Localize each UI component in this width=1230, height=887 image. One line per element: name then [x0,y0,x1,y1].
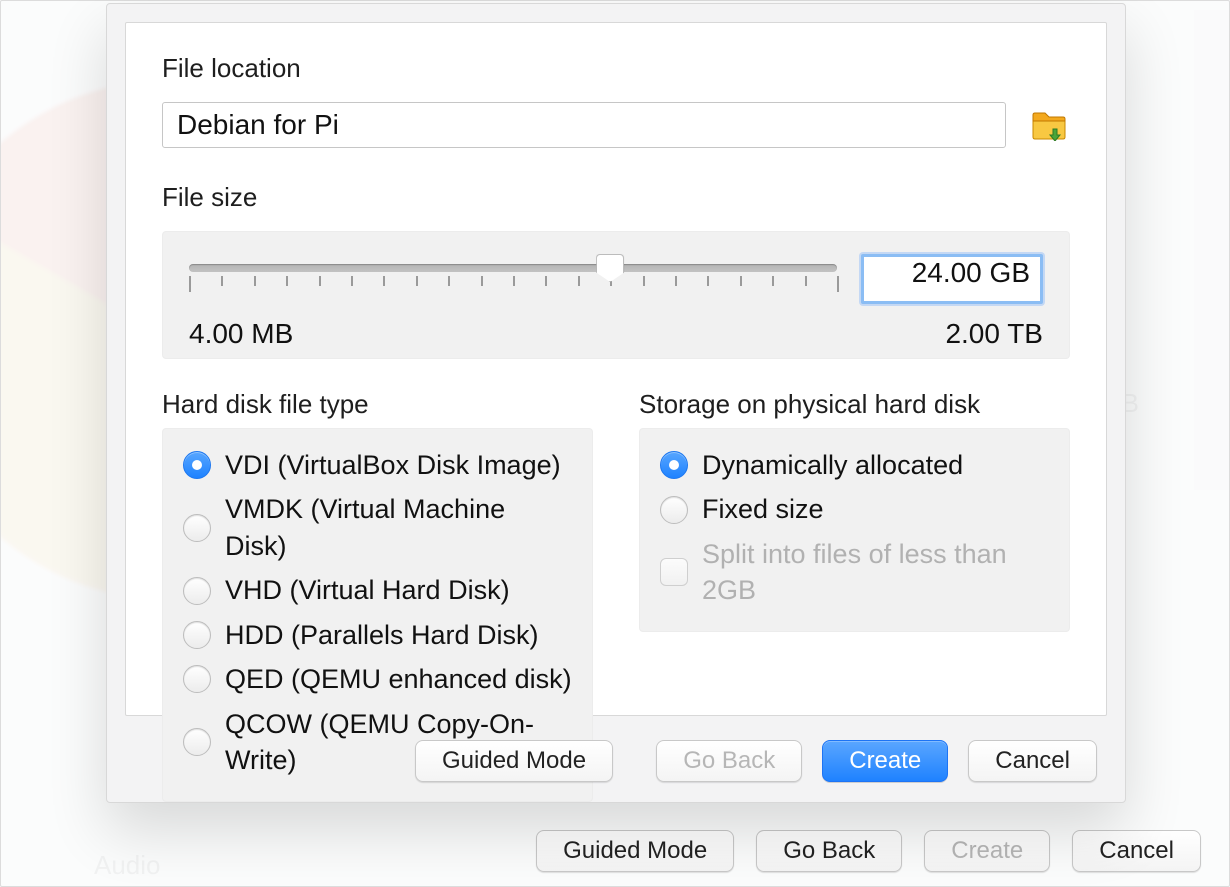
back-guided-mode-button[interactable]: Guided Mode [536,830,734,872]
back-create-button[interactable]: Create [924,830,1050,872]
back-go-back-button[interactable]: Go Back [756,830,902,872]
split-files-checkbox [660,558,688,586]
file-type-option-3[interactable]: HDD (Parallels Hard Disk) [177,613,578,657]
file-type-label-0: VDI (VirtualBox Disk Image) [225,447,561,483]
file-type-radio-2[interactable] [183,577,211,605]
file-size-input[interactable]: 24.00 GB [861,254,1043,304]
storage-radio-0[interactable] [660,451,688,479]
slider-range-labels: 4.00 MB 2.00 TB [189,318,1043,350]
slider-ticks [189,276,837,294]
file-type-radio-4[interactable] [183,665,211,693]
size-min-label: 4.00 MB [189,318,293,350]
split-files-checkbox-row: Split into files of less than 2GB [654,532,1055,613]
dialog-footer: Guided Mode Go Back Create Cancel [107,720,1125,802]
file-type-option-0[interactable]: VDI (VirtualBox Disk Image) [177,443,578,487]
storage-label-0: Dynamically allocated [702,447,963,483]
storage-option-0[interactable]: Dynamically allocated [654,443,1055,487]
storage-group: Dynamically allocated Fixed size Split in… [639,428,1070,632]
file-type-label-2: VHD (Virtual Hard Disk) [225,572,510,608]
file-size-group: 24.00 GB 4.00 MB 2.00 TB [162,231,1070,359]
file-type-label-3: HDD (Parallels Hard Disk) [225,617,539,653]
storage-label: Storage on physical hard disk [639,389,1070,420]
go-back-button[interactable]: Go Back [656,740,802,782]
file-type-label-1: VMDK (Virtual Machine Disk) [225,491,572,564]
slider-track [189,264,837,272]
file-type-label: Hard disk file type [162,389,593,420]
create-disk-dialog: File location File size [106,3,1126,803]
file-size-section: File size 24.00 GB 4.00 MB 2.00 TB [162,182,1070,359]
browse-folder-button[interactable] [1028,104,1070,146]
storage-radio-1[interactable] [660,496,688,524]
file-type-radio-0[interactable] [183,451,211,479]
file-size-slider[interactable] [189,254,837,304]
size-max-label: 2.00 TB [945,318,1043,350]
guided-mode-button[interactable]: Guided Mode [415,740,613,782]
parent-dialog-buttons: Guided Mode Go Back Create Cancel [1,818,1229,884]
file-location-label: File location [162,53,1070,84]
dialog-body: File location File size [125,22,1107,716]
file-type-radio-3[interactable] [183,621,211,649]
cancel-button[interactable]: Cancel [968,740,1097,782]
create-button[interactable]: Create [822,740,948,782]
file-type-option-4[interactable]: QED (QEMU enhanced disk) [177,657,578,701]
storage-option-1[interactable]: Fixed size [654,487,1055,531]
folder-icon [1031,109,1067,141]
file-type-radio-1[interactable] [183,514,211,542]
file-location-input[interactable] [162,102,1006,148]
file-type-label-4: QED (QEMU enhanced disk) [225,661,572,697]
file-location-row [162,102,1070,148]
file-type-option-1[interactable]: VMDK (Virtual Machine Disk) [177,487,578,568]
split-files-label: Split into files of less than 2GB [702,536,1049,609]
file-size-label: File size [162,182,1070,213]
storage-label-1: Fixed size [702,491,824,527]
back-cancel-button[interactable]: Cancel [1072,830,1201,872]
file-type-option-2[interactable]: VHD (Virtual Hard Disk) [177,568,578,612]
